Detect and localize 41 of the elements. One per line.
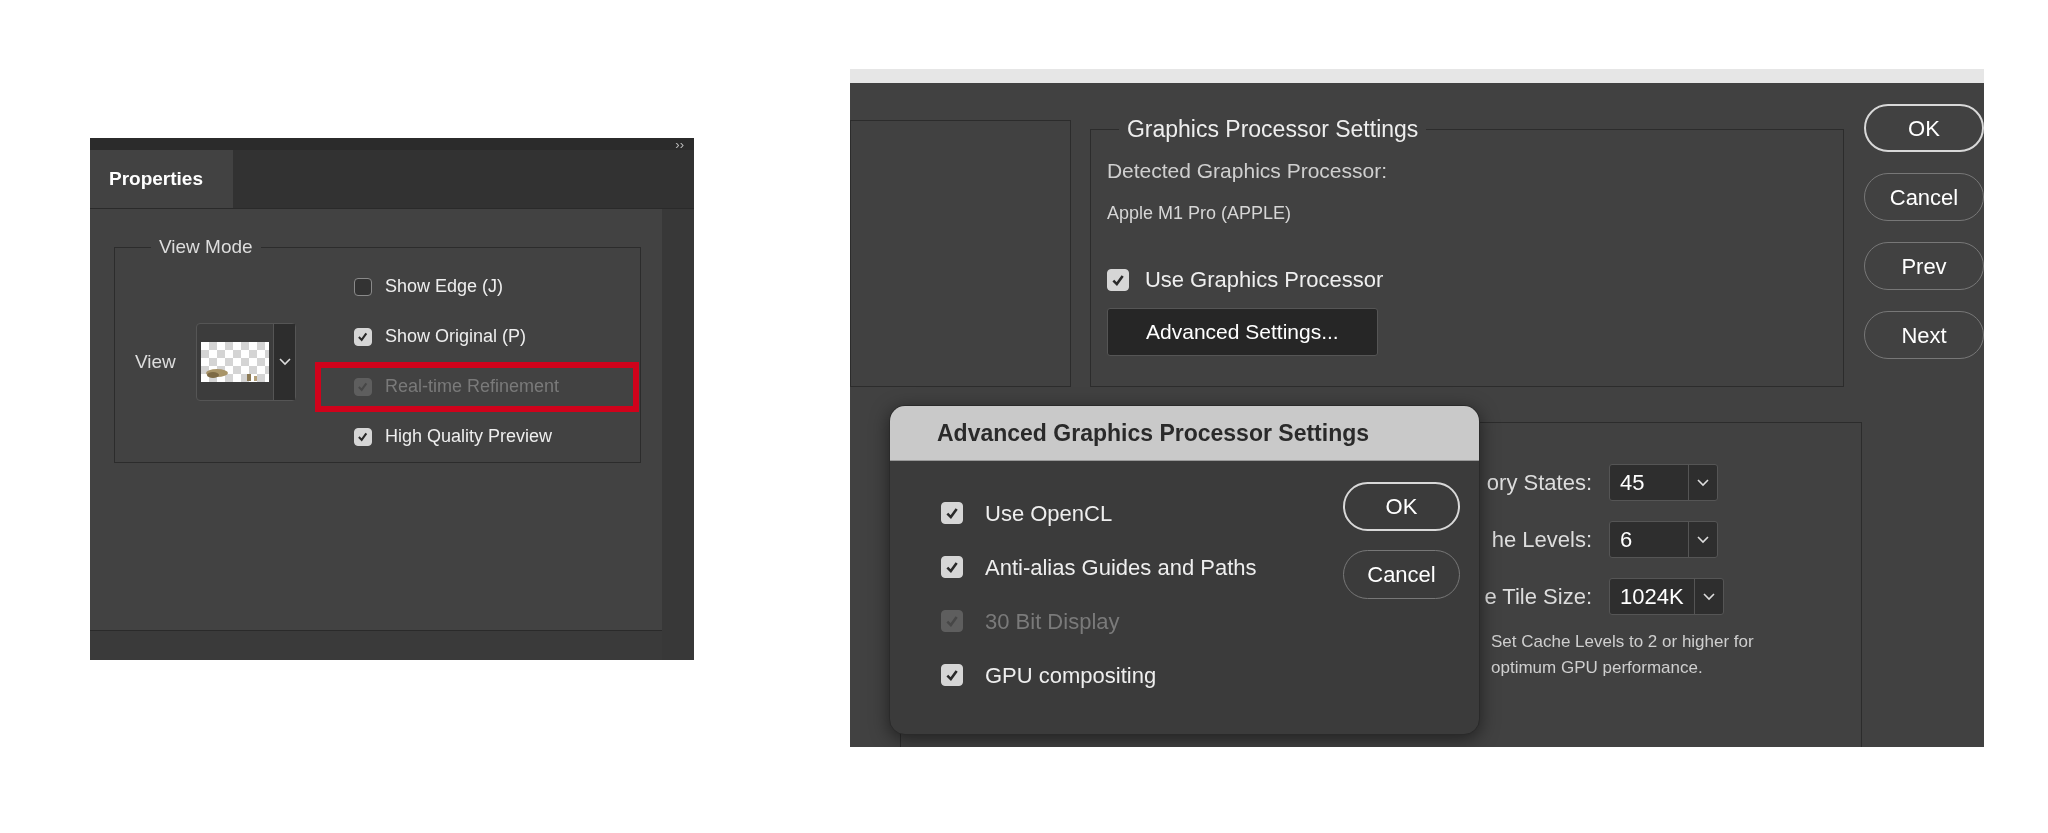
value-dropdown[interactable]: 6 [1609,521,1718,558]
advanced-settings-button[interactable]: Advanced Settings... [1106,308,1378,356]
view-dropdown[interactable] [196,322,296,401]
checkbox-label: Real-time Refinement [385,375,560,399]
checkbox-label: Show Original (P) [385,325,527,349]
collapse-glyph[interactable]: ›› [675,138,684,151]
chevron-down-icon [278,357,291,366]
check-icon [357,431,369,443]
checkbox-label: GPU compositing [985,661,1157,690]
value-dropdown[interactable]: 45 [1609,464,1718,501]
check-icon [1110,272,1125,287]
chevron-down-icon [1702,592,1715,601]
detected-label: Detected Graphics Processor: [1106,157,1388,184]
checkbox-label: Anti-alias Guides and Paths [985,553,1257,582]
chevron-down-icon [1697,535,1709,544]
field-label: he Levels: [1490,526,1592,554]
checkbox-label: Use OpenCL [985,499,1113,528]
checkbox-label: High Quality Preview [385,425,553,449]
dialog-button[interactable]: OK [1864,104,1984,152]
check-icon [945,506,959,520]
checkbox-label: 30 Bit Display [985,607,1120,636]
chevron-down-icon [1697,478,1709,487]
processor-name: Apple M1 Pro (APPLE) [1106,202,1292,225]
checkbox-label: Use Graphics Processor [1144,266,1384,294]
dialog-button[interactable]: OK [1343,482,1460,531]
field-label: ory States: [1485,469,1592,497]
panel-tab[interactable]: Properties [90,150,233,208]
field-label: e Tile Size: [1483,583,1592,611]
scrollbar-track[interactable] [662,209,694,660]
value-dropdown[interactable]: 1024K [1609,578,1724,615]
checkbox[interactable] [354,277,372,296]
check-icon [945,668,959,682]
check-icon [945,560,959,574]
hint-text: Set Cache Levels to 2 or higher for optimum GPU performance. [1491,631,1755,679]
group-title: Graphics Processor Settings [1125,115,1420,144]
view-label: View [135,349,177,374]
check-icon [357,331,369,343]
checkbox-label: Show Edge (J) [385,275,504,299]
dialog-title: Advanced Graphics Processor Settings [937,418,1370,448]
group-title: View Mode [158,235,254,259]
check-icon [357,381,369,393]
